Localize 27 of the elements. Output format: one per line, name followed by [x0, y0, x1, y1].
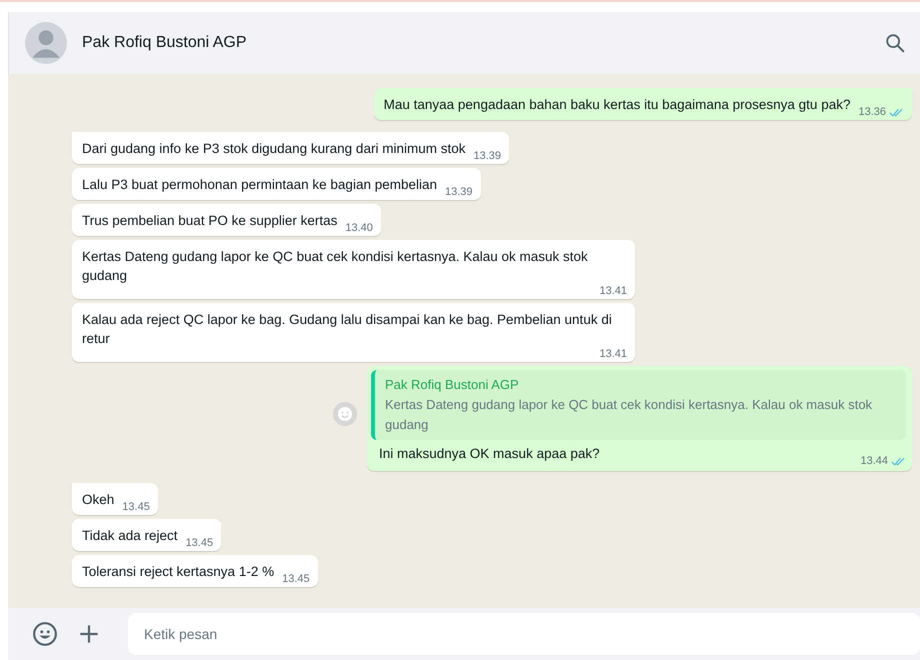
message-time: 13.36	[858, 106, 886, 118]
message-time: 13.45	[122, 501, 150, 513]
message-text: Ini maksudnya OK masuk apaa pak?	[379, 445, 600, 463]
message-text: Toleransi reject kertasnya 1-2 %	[82, 563, 274, 581]
search-icon[interactable]	[884, 32, 906, 54]
quote-text: Kertas Dateng gudang lapor ke QC buat cek kondisi kertasnya. Kalau ok masuk stok gudang	[385, 396, 874, 434]
message-time: 13.41	[599, 348, 627, 360]
contact-name[interactable]: Pak Rofiq Bustoni AGP	[82, 34, 884, 52]
message-time: 13.45	[282, 573, 310, 585]
message-text: Okeh	[82, 491, 114, 509]
message-time: 13.44	[860, 455, 888, 467]
quoted-message[interactable]: Pak Rofiq Bustoni AGP Kertas Dateng gudang lapor ke QC buat cek kondisi kertasnya. Kalau ok masuk stok gudang	[371, 370, 906, 440]
message-text: Kertas Dateng gudang lapor ke QC buat cek kondisi kertasnya. Kalau ok masuk stok gudang	[82, 248, 589, 285]
message-input[interactable]: Ketik pesan	[128, 613, 920, 655]
message-text: Mau tanyaa pengadaan bahan baku kertas itu bagaimana prosesnya gtu pak?	[384, 96, 850, 114]
quote-author: Pak Rofiq Bustoni AGP	[385, 376, 520, 394]
message-time: 13.45	[186, 537, 214, 549]
message-time: 13.39	[445, 186, 473, 198]
message-text: Trus pembelian buat PO ke supplier kertas	[82, 212, 338, 230]
message-text: Kalau ada reject QC lapor ke bag. Gudang lalu disampai kan ke bag. Pembelian untuk di retur	[82, 311, 613, 348]
message-time: 13.41	[599, 285, 627, 297]
message-time: 13.39	[473, 150, 501, 162]
message-time: 13.40	[345, 222, 373, 234]
message-text: Tidak ada reject	[82, 527, 178, 545]
emoji-icon[interactable]	[32, 621, 58, 647]
message-text: Dari gudang info ke P3 stok digudang kurang dari minimum stok	[82, 140, 466, 158]
message-text: Lalu P3 buat permohonan permintaan ke bagian pembelian	[82, 176, 438, 194]
